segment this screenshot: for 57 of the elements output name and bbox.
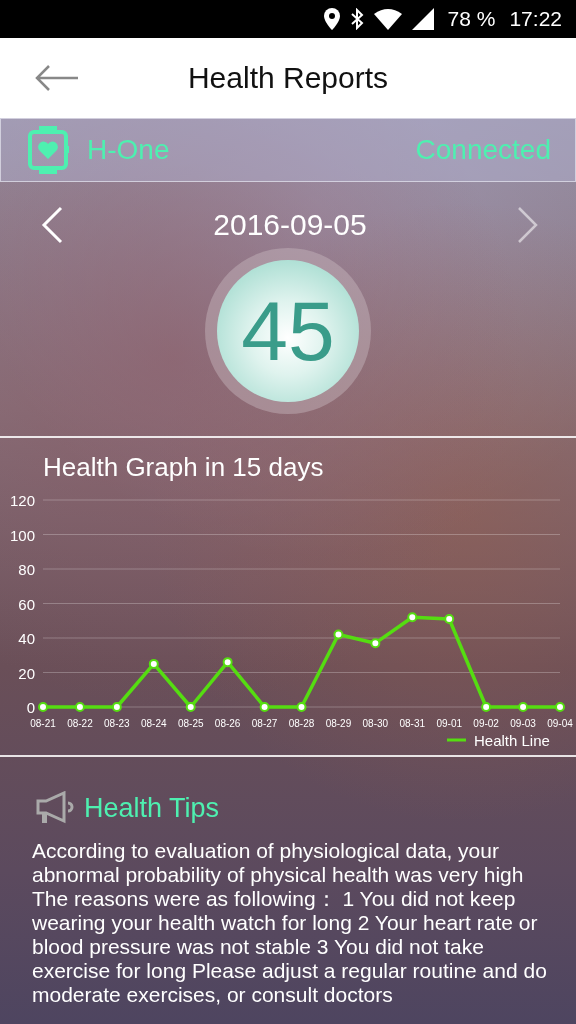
data-point [38, 702, 48, 712]
graph-title: Health Graph in 15 days [43, 452, 325, 483]
data-point [259, 702, 270, 712]
axis-label: 08-23 [104, 718, 130, 729]
axis-label: 60 [18, 595, 35, 613]
battery-percent: 78 % [447, 7, 496, 31]
axis-label: 09-04 [547, 718, 573, 729]
previous-button[interactable] [40, 206, 64, 244]
axis-label: 08-25 [177, 718, 204, 729]
axis-label: 08-31 [399, 718, 426, 729]
axis-label: 08-22 [67, 718, 93, 729]
next-button[interactable] [516, 206, 540, 244]
axis-label: 09-03 [510, 718, 536, 729]
data-point [222, 657, 233, 668]
data-point [407, 612, 418, 623]
report-date: 2016-09-05 [213, 208, 367, 242]
axis-label: 40 [18, 630, 35, 647]
axis-label: 20 [18, 664, 35, 682]
data-point [185, 702, 196, 712]
watch-heart-icon [27, 126, 71, 174]
wifi-icon [373, 8, 402, 30]
data-point [296, 702, 307, 712]
axis-label: 100 [9, 526, 35, 544]
tips-text: According to evaluation of physiological data, your abnormal probability of physical health was very high The reasons were as following： 1 You did not keep wearing your health watch for long 2 Your heart rate or blood pressure was not stable 3 You did not take exercise for long Please adjust a regular routine and do moderate exercises, or consult doctors [32, 839, 548, 1007]
data-point [555, 702, 565, 712]
axis-label: 09-02 [473, 718, 499, 729]
axis-label: 08-26 [214, 718, 241, 729]
legend-line-icon [447, 738, 466, 742]
axis-label: 08-28 [288, 718, 315, 729]
connection-status: Connected [415, 134, 551, 166]
data-point [518, 702, 529, 712]
page-title: Health Reports [187, 61, 389, 95]
axis-label: 09-01 [436, 718, 462, 729]
axis-label: 08-29 [325, 718, 352, 729]
bluetooth-icon [349, 8, 364, 30]
device-name: H-One [87, 134, 171, 166]
axis-label: 08-30 [362, 718, 389, 729]
legend-label: Health Line [474, 732, 550, 749]
data-point [333, 629, 344, 640]
axis-label: 08-21 [30, 718, 56, 729]
clock: 17:22 [509, 7, 562, 31]
data-point [74, 702, 85, 712]
tips-title: Health Tips [84, 792, 220, 824]
data-point [370, 638, 381, 649]
signal-icon [411, 8, 434, 30]
axis-label: 08-24 [141, 718, 167, 729]
location-icon [323, 8, 340, 30]
axis-label: 80 [18, 561, 35, 578]
data-point [111, 702, 122, 712]
health-score: 45 [217, 260, 359, 402]
data-point [481, 702, 492, 712]
data-point [148, 658, 159, 669]
axis-label: 08-27 [251, 718, 278, 729]
axis-label: 120 [9, 492, 35, 509]
megaphone-icon [36, 791, 74, 825]
data-point [444, 614, 455, 625]
axis-label: 0 [26, 699, 35, 716]
